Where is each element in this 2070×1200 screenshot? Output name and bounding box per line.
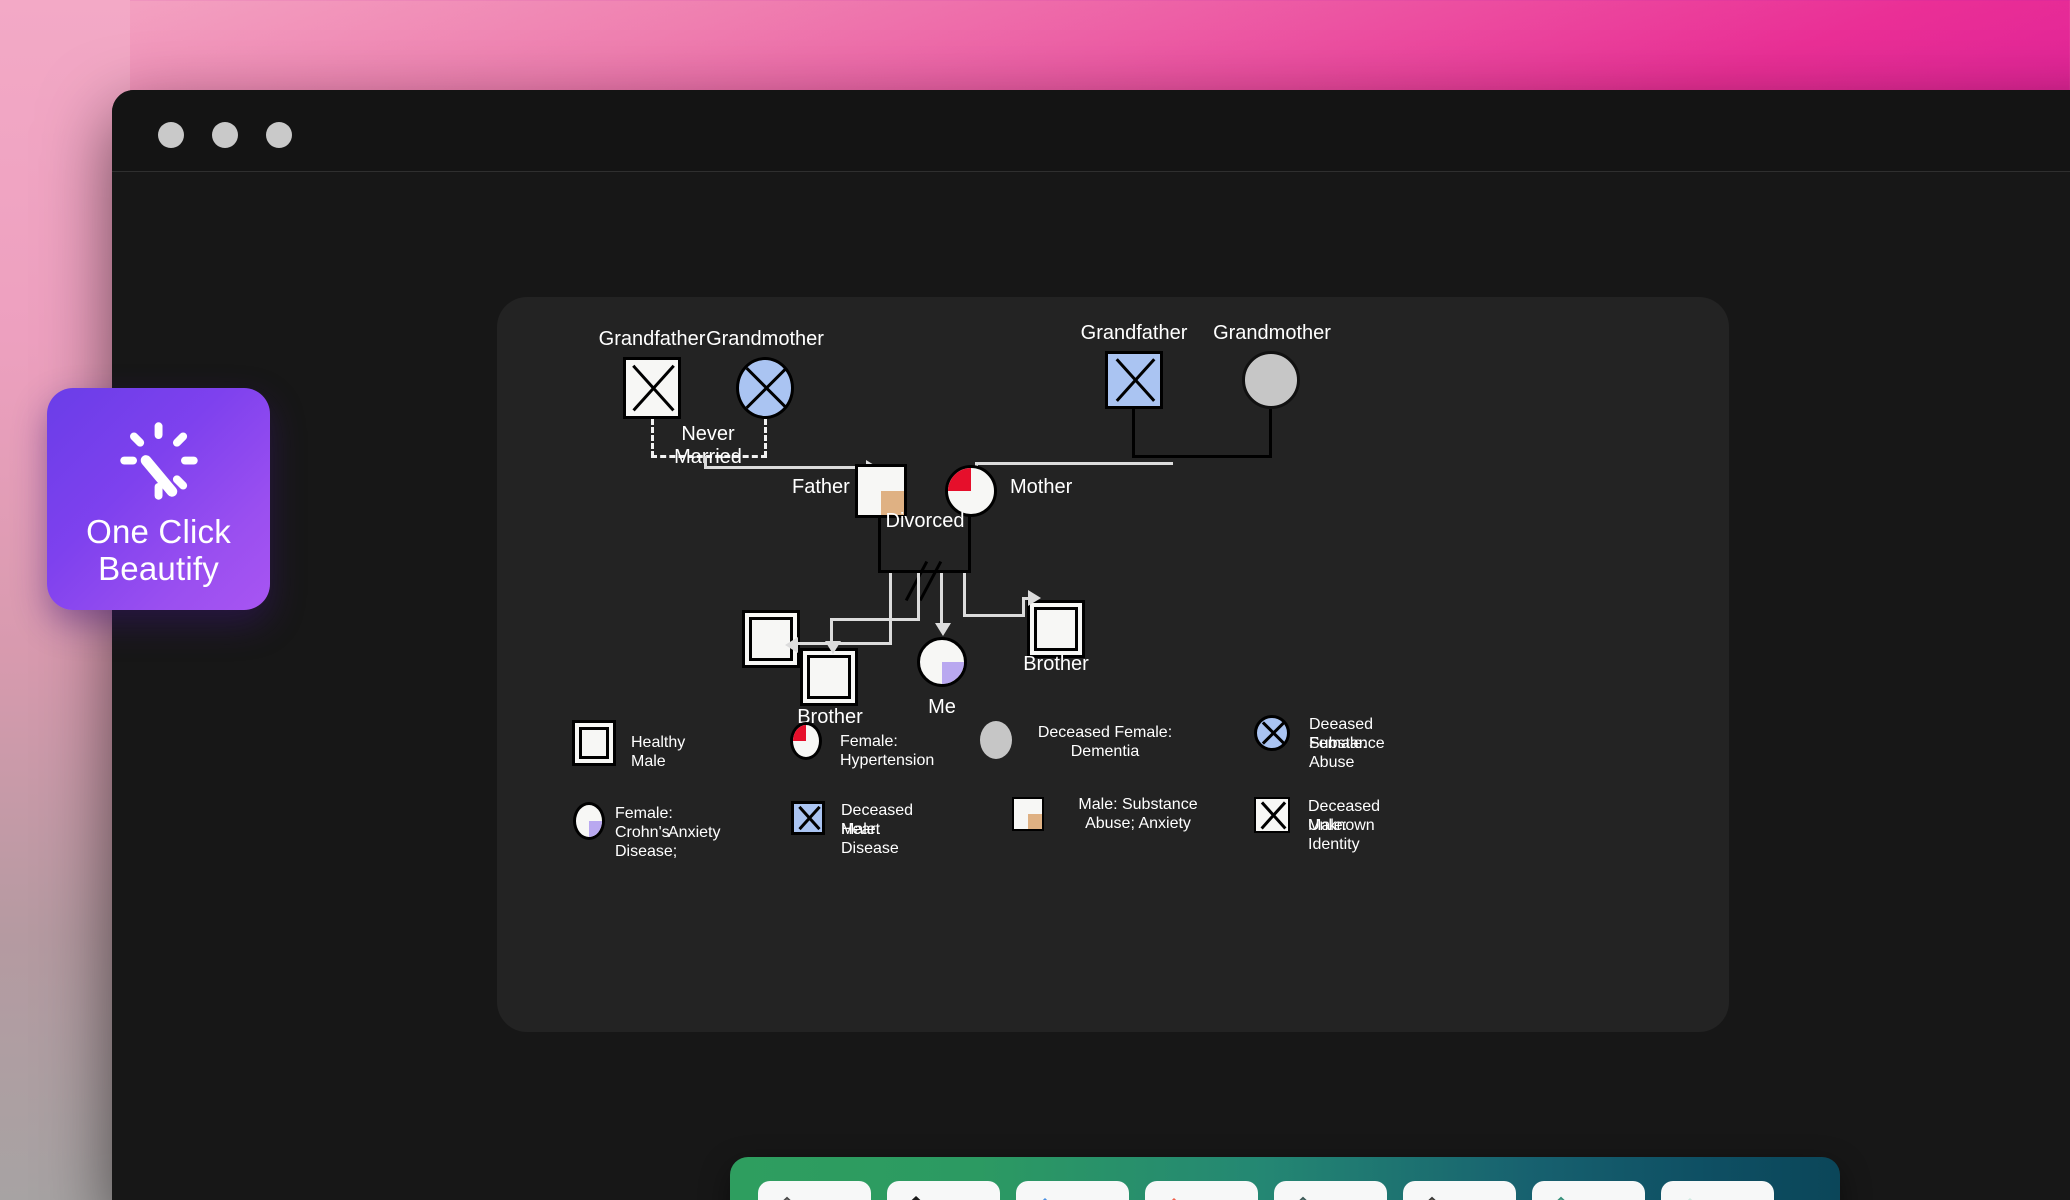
legend-icon-deceased-male-unknown [1254,797,1290,833]
window-titlebar [112,90,2070,172]
legend-item-healthy-male: Healthy Male [579,727,685,770]
theme-picker-bar[interactable] [730,1157,1840,1200]
window-body: Grandfather Grandmother Never Married Gr… [112,172,2070,1200]
theme-preview-icon [1171,1198,1176,1200]
legend-label-deceased-female-dementia-line2: Dementia [1070,743,1140,760]
theme-card-aqua[interactable] [1661,1181,1774,1200]
beautify-label-line2: Beautify [98,550,219,587]
theme-card-yellow[interactable] [1403,1181,1516,1200]
legend-icon-female-crohns-anxiety [573,802,605,840]
deceased-x-icon [794,804,822,832]
theme-preview-icon [1298,1196,1307,1200]
legend-label-deceased-male-heart-line2: Heart Disease [841,821,899,857]
magic-wand-sparkle-icon [119,422,198,500]
legend-item-female-hypertension: Female: Hypertension [790,722,934,769]
deceased-x-icon [1256,799,1288,831]
minimize-button-icon[interactable] [212,122,238,148]
theme-card-mint[interactable] [1274,1181,1387,1200]
deceased-x-icon [1257,718,1287,748]
theme-preview-icon [1687,1198,1692,1200]
legend-icon-male-substance-anxiety [1012,797,1044,831]
beautify-label: One Click Beautify [86,513,231,587]
beautify-label-line1: One Click [86,513,231,550]
theme-preview-icon [1556,1196,1565,1200]
legend-label-deceased-male-unknown-line2: Unknown Identity [1308,817,1375,853]
legend-item-deceased-male-unknown: Deceased Male: Unknown Identity [1254,797,1380,853]
app-window: Grandfather Grandmother Never Married Gr… [112,90,2070,1200]
legend-label-deceased-female-abuse-line2: Substance Abuse [1309,735,1385,771]
legend-item-deceased-female-dementia: Deceased Female: Dementia [980,721,1172,760]
legend-icon-healthy-male [579,727,609,759]
close-button-icon[interactable] [158,122,184,148]
legend-icon-deceased-female-abuse [1254,715,1290,751]
legend-icon-female-hypertension [790,722,822,760]
diagram-canvas[interactable]: Grandfather Grandmother Never Married Gr… [497,297,1729,1032]
theme-preview-icon [1427,1196,1436,1200]
theme-card-outline-light[interactable] [758,1181,871,1200]
one-click-beautify-button[interactable]: One Click Beautify [47,388,270,610]
legend-label-female-crohns-line2: Anxiety [668,824,721,841]
legend-label-male-substance-line1: Male: Substance [1078,796,1198,813]
theme-card-seafoam[interactable] [1532,1181,1645,1200]
theme-card-red[interactable] [1145,1181,1258,1200]
legend-icon-deceased-male-heart [791,801,825,835]
theme-card-outline-bold[interactable] [887,1181,1000,1200]
legend-item-male-substance-anxiety: Male: Substance Abuse; Anxiety [1012,796,1198,832]
legend-item-deceased-female-abuse: Deeased Female: Substance Abuse [1254,715,1385,771]
genogram-legend: Healthy Male Female: Hypertension Deceas… [497,297,1729,1032]
theme-preview-icon [1042,1198,1047,1200]
legend-icon-deceased-female-dementia [980,721,1012,759]
theme-preview-icon [911,1195,920,1200]
legend-item-deceased-male-heart: Deceased Male: Heart Disease [791,801,913,857]
legend-item-female-crohns-anxiety: Female: Crohn's Disease; Anxiety [573,802,720,860]
theme-preview-icon [782,1196,791,1200]
legend-label-male-substance-line2: Abuse; Anxiety [1085,815,1191,832]
maximize-button-icon[interactable] [266,122,292,148]
legend-label-female-hypertension: Female: Hypertension [840,733,935,769]
legend-label-healthy-male: Healthy Male [631,734,686,770]
legend-label-deceased-female-dementia-line1: Deceased Female: [1037,724,1173,741]
theme-card-blue[interactable] [1016,1181,1129,1200]
